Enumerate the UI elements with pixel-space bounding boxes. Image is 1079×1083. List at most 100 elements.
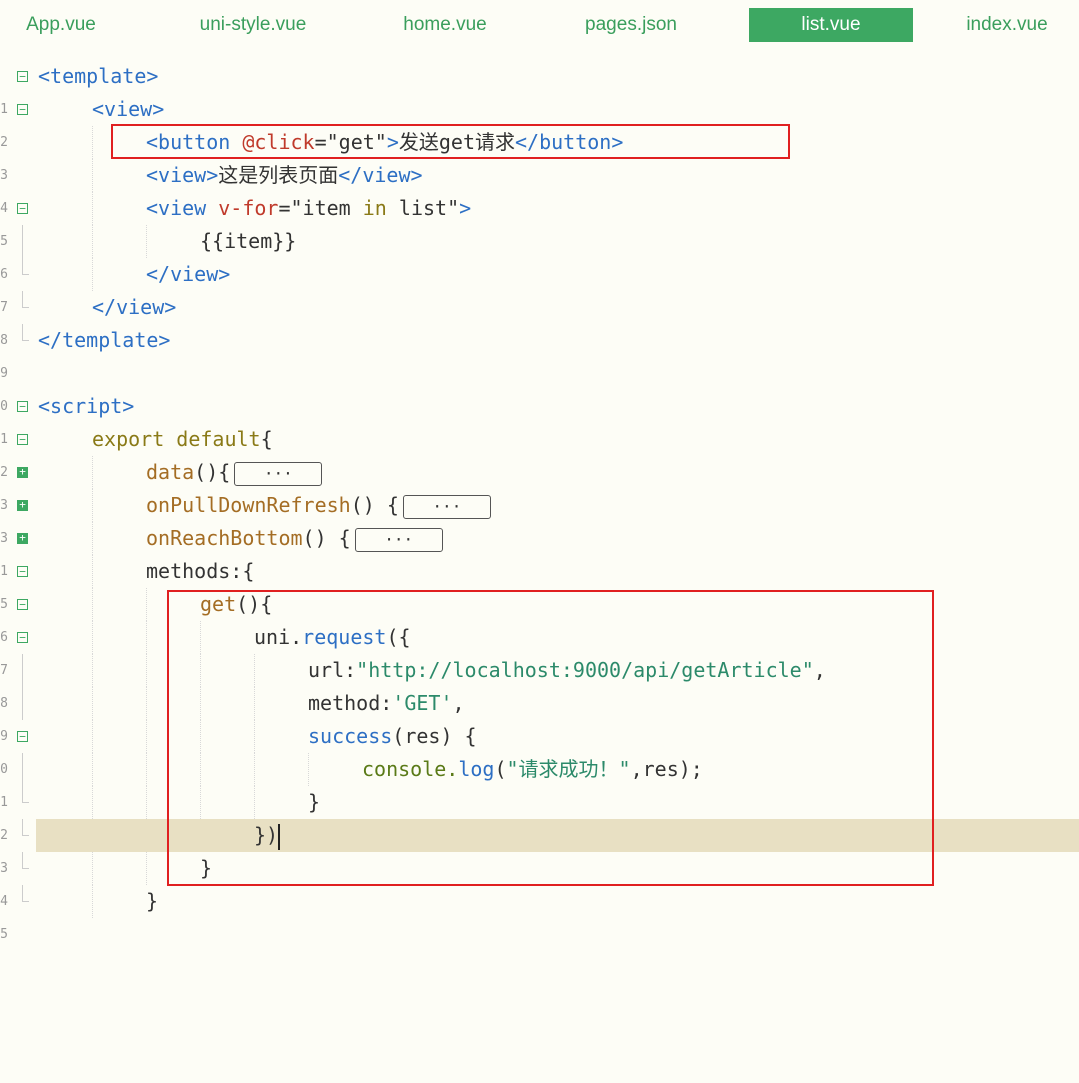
code-line: 2 } [0,786,1079,843]
tab-list-vue[interactable]: list.vue [749,8,913,42]
code-token: <template> [38,64,159,88]
code-line: 5 } [0,885,1079,942]
code-line: 4 } [0,852,1079,909]
fold-collapse-icon[interactable]: − [17,599,28,610]
tab-home-vue[interactable]: home.vue [374,8,516,42]
fold-collapse-icon[interactable]: − [17,434,28,445]
code-line: 1 − <script> [0,390,1079,447]
code-token: 'GET' [392,691,453,715]
tab-index-vue[interactable]: index.vue [940,8,1074,42]
code-token: </button> [515,130,624,154]
code-line: 5 − methods:{ [0,555,1079,612]
code-token: get [200,592,237,616]
current-code-line: 3 }) [0,819,1079,876]
code-token: 这是列表页面 [218,163,339,187]
fold-collapse-icon[interactable]: − [17,731,28,742]
fold-collapse-icon[interactable]: − [17,71,28,82]
code-token: , [452,691,465,715]
code-token: } [200,856,213,880]
code-token: > [459,196,472,220]
code-line: 6 − get(){ [0,588,1079,645]
code-token: "http://localhost:9000/api/getArticle" [356,658,814,682]
code-token: (res) { [392,724,477,748]
code-token: in [362,196,387,220]
collapsed-block-button[interactable]: ··· [402,494,491,519]
code-line: 3 + data(){··· [0,456,1079,513]
code-token: url: [308,658,357,682]
code-token: </template> [38,328,171,352]
code-token: "item [290,196,363,220]
code-token: <view> [146,163,219,187]
code-token: } [308,790,321,814]
code-line: 3 <button @click="get">发送get请求</button> [0,126,1079,183]
code-token: 发送get请求 [398,130,516,154]
line-number: 5 [0,927,8,942]
code-line: 9 method:'GET', [0,687,1079,744]
code-token: methods:{ [146,559,255,583]
code-token: }) [254,823,279,847]
code-token: request [302,625,387,649]
fold-collapse-icon[interactable]: − [17,104,28,115]
editor-tab-bar: App.vue uni-style.vue home.vue pages.jso… [0,0,1079,52]
fold-collapse-icon[interactable]: − [17,632,28,643]
code-token: <view> [92,97,165,121]
code-token: log [458,757,495,781]
collapsed-block-button[interactable]: ··· [234,461,323,486]
code-token: { [260,427,273,451]
code-token: list" [386,196,460,220]
code-token: </view> [92,295,177,319]
fold-collapse-icon[interactable]: − [17,401,28,412]
code-token: {{item}} [200,229,297,253]
code-token: method: [308,691,393,715]
fold-collapse-icon[interactable]: − [17,203,28,214]
tab-uni-style-vue[interactable]: uni-style.vue [172,8,334,42]
code-token: ( [494,757,507,781]
code-line: 1 console.log("请求成功！",res); [0,753,1079,810]
fold-expand-icon[interactable]: + [17,532,28,544]
code-token: (){ [194,460,231,484]
code-token: <script> [38,394,135,418]
code-token: success [308,724,393,748]
fold-expand-icon[interactable]: + [17,499,28,511]
code-line: 0 [0,357,1079,414]
code-token: > [386,130,399,154]
code-line: 5 − <view v-for="item in list"> [0,192,1079,249]
code-token: <view [146,196,219,220]
code-token: onPullDownRefresh [146,493,351,517]
code-line: 2 − <view> [0,93,1079,150]
code-line: 1 + onReachBottom() {··· [0,522,1079,579]
code-line: 9 </template> [0,324,1079,381]
code-token: "get" [326,130,387,154]
code-line: 0 − success(res) { [0,720,1079,777]
code-token: , [813,658,826,682]
code-token: console. [362,757,459,781]
code-token: v-for [218,196,279,220]
code-token: onReachBottom [146,526,303,550]
code-line: 6 {{item}} [0,225,1079,282]
fold-collapse-icon[interactable]: − [17,566,28,577]
code-line: 8 </view> [0,291,1079,348]
code-line: 1 − <template> [0,60,1079,117]
code-token: ({ [386,625,411,649]
code-token: } [146,889,159,913]
code-editor[interactable]: 1 − <template> 2 − <view> 3 <button @cli… [0,60,1079,942]
code-token: </view> [338,163,423,187]
code-line: 2 − export default{ [0,423,1079,480]
code-line: 3 + onPullDownRefresh() {··· [0,489,1079,546]
code-token: () { [350,493,399,517]
code-token: data [146,460,195,484]
code-token: uni. [254,625,303,649]
code-token: (){ [236,592,273,616]
code-token: default [176,427,261,451]
code-token: <button [146,130,243,154]
tab-pages-json[interactable]: pages.json [560,8,702,42]
code-line: 4 <view>这是列表页面</view> [0,159,1079,216]
tab-app-vue[interactable]: App.vue [0,8,122,42]
code-token: "请求成功！" [506,757,631,781]
code-token: = [314,130,327,154]
text-cursor [278,823,281,850]
code-token: = [278,196,291,220]
fold-expand-icon[interactable]: + [17,466,28,478]
collapsed-block-button[interactable]: ··· [354,527,443,552]
code-line: 7 </view> [0,258,1079,315]
